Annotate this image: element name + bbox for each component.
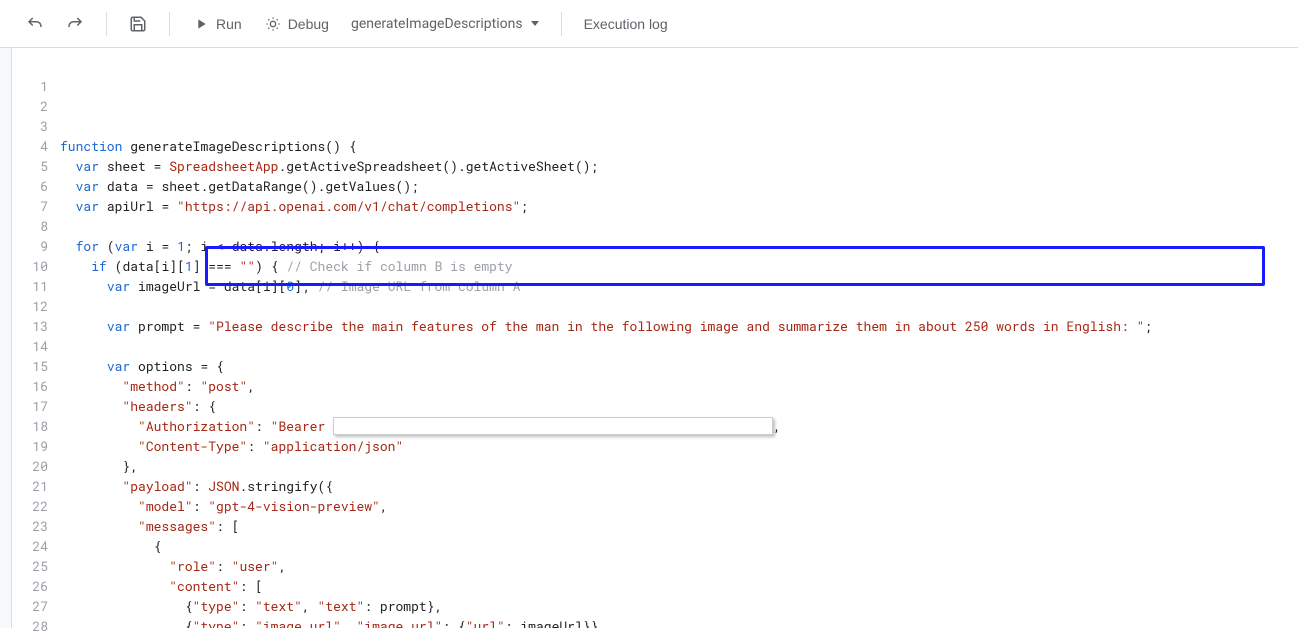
- undo-button[interactable]: [18, 9, 52, 39]
- code-line[interactable]: "content": [: [60, 576, 1298, 596]
- code-area[interactable]: function generateImageDescriptions() { v…: [60, 48, 1298, 628]
- editor: 1234567891011121314151617181920212223242…: [0, 48, 1298, 628]
- function-select-label: generateImageDescriptions: [351, 16, 523, 32]
- line-number: 3: [12, 116, 60, 136]
- code-line[interactable]: "Content-Type": "application/json": [60, 436, 1298, 456]
- code-line[interactable]: "role": "user",: [60, 556, 1298, 576]
- run-button[interactable]: Run: [184, 9, 250, 39]
- line-number: 10: [12, 256, 60, 276]
- code-line[interactable]: "method": "post",: [60, 376, 1298, 396]
- line-number: 14: [12, 336, 60, 356]
- code-line[interactable]: var apiUrl = "https://api.openai.com/v1/…: [60, 196, 1298, 216]
- redo-button[interactable]: [58, 9, 92, 39]
- line-number: 12: [12, 296, 60, 316]
- chevron-down-icon: [531, 21, 539, 26]
- function-select[interactable]: generateImageDescriptions: [343, 10, 547, 38]
- line-number: 21: [12, 476, 60, 496]
- play-icon: [192, 15, 210, 33]
- code-line[interactable]: "headers": {: [60, 396, 1298, 416]
- line-number: 27: [12, 596, 60, 616]
- line-number: 8: [12, 216, 60, 236]
- code-line[interactable]: var prompt = "Please describe the main f…: [60, 316, 1298, 336]
- run-label: Run: [216, 16, 242, 32]
- undo-icon: [26, 15, 44, 33]
- line-number: 9: [12, 236, 60, 256]
- code-line[interactable]: var options = {: [60, 356, 1298, 376]
- code-line[interactable]: },: [60, 456, 1298, 476]
- code-line[interactable]: "messages": [: [60, 516, 1298, 536]
- line-number: 22: [12, 496, 60, 516]
- code-line[interactable]: {"type": "image_url", "image_url": {"url…: [60, 616, 1298, 628]
- code-line[interactable]: "payload": JSON.stringify({: [60, 476, 1298, 496]
- line-number: 20: [12, 456, 60, 476]
- separator: [561, 12, 562, 36]
- line-number: 18: [12, 416, 60, 436]
- code-line[interactable]: {: [60, 536, 1298, 556]
- line-number: 7: [12, 196, 60, 216]
- separator: [169, 12, 170, 36]
- execution-log-button[interactable]: Execution log: [576, 10, 676, 38]
- line-number: 15: [12, 356, 60, 376]
- line-number: 2: [12, 96, 60, 116]
- line-number: 24: [12, 536, 60, 556]
- line-number: 19: [12, 436, 60, 456]
- code-line[interactable]: "Authorization": "Bearer ,: [60, 416, 1298, 436]
- redacted-token: [333, 417, 773, 435]
- code-line[interactable]: var sheet = SpreadsheetApp.getActiveSpre…: [60, 156, 1298, 176]
- line-number: 4: [12, 136, 60, 156]
- code-line[interactable]: [60, 216, 1298, 236]
- bug-icon: [264, 15, 282, 33]
- separator: [106, 12, 107, 36]
- code-line[interactable]: [60, 336, 1298, 356]
- code-line[interactable]: var data = sheet.getDataRange().getValue…: [60, 176, 1298, 196]
- code-line[interactable]: if (data[i][1] === "") { // Check if col…: [60, 256, 1298, 276]
- line-number: 5: [12, 156, 60, 176]
- code-line[interactable]: [60, 296, 1298, 316]
- save-icon: [129, 15, 147, 33]
- line-number: 13: [12, 316, 60, 336]
- code-line[interactable]: for (var i = 1; i < data.length; i++) {: [60, 236, 1298, 256]
- line-number: 11: [12, 276, 60, 296]
- line-number: 26: [12, 576, 60, 596]
- line-number: 1: [12, 76, 60, 96]
- line-number-gutter: 1234567891011121314151617181920212223242…: [12, 48, 60, 628]
- line-number: 17: [12, 396, 60, 416]
- execution-log-label: Execution log: [584, 16, 668, 32]
- line-number: 28: [12, 616, 60, 636]
- code-line[interactable]: function generateImageDescriptions() {: [60, 136, 1298, 156]
- redo-icon: [66, 15, 84, 33]
- code-line[interactable]: var imageUrl = data[i][0]; // Image URL …: [60, 276, 1298, 296]
- toolbar: Run Debug generateImageDescriptions Exec…: [0, 0, 1298, 48]
- code-line[interactable]: {"type": "text", "text": prompt},: [60, 596, 1298, 616]
- line-number: 16: [12, 376, 60, 396]
- editor-left-edge: [0, 48, 12, 628]
- code-line[interactable]: "model": "gpt-4-vision-preview",: [60, 496, 1298, 516]
- line-number: 6: [12, 176, 60, 196]
- line-number: 23: [12, 516, 60, 536]
- save-button[interactable]: [121, 9, 155, 39]
- line-number: 25: [12, 556, 60, 576]
- debug-label: Debug: [288, 16, 329, 32]
- debug-button[interactable]: Debug: [256, 9, 337, 39]
